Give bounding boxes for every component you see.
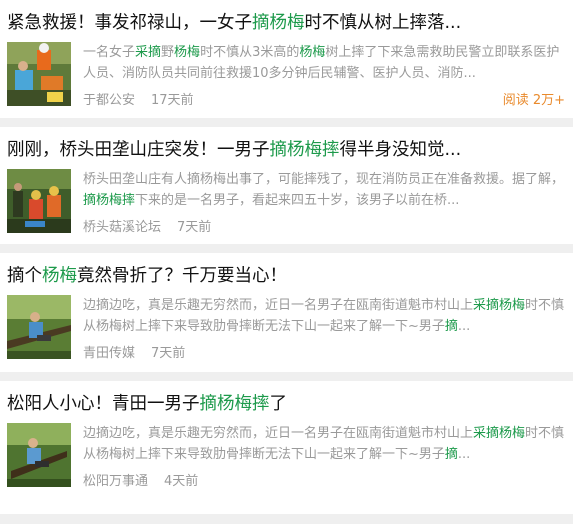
news-summary: 边摘边吃，真是乐趣无穷然而，近日一名男子在瓯南街道魁市村山上采摘杨梅时不慎从杨梅… (83, 298, 565, 334)
news-source[interactable]: 松阳万事通 (83, 473, 148, 491)
tree-climbing-photo-icon (7, 295, 71, 359)
news-title[interactable]: 摘个杨梅竟然骨折了？千万要当心！ (7, 253, 565, 289)
news-summary: 桥头田垄山庄有人摘杨梅出事了，可能摔残了，现在消防员正在准备救援。据了解，摘杨梅… (83, 172, 565, 208)
news-thumbnail[interactable] (7, 169, 71, 233)
news-feed: 紧急救援！事发祁禄山，一女子摘杨梅时不慎从树上摔落... 一名女子采摘野杨梅时不… (0, 0, 573, 524)
tree-climbing-photo-icon (7, 423, 71, 487)
news-card[interactable]: 松阳人小心！青田一男子摘杨梅摔了 边摘边吃，真是乐趣无穷然而，近日一名男子在瓯南… (0, 381, 573, 514)
news-title[interactable]: 紧急救援！事发祁禄山，一女子摘杨梅时不慎从树上摔落... (7, 0, 565, 36)
news-card[interactable]: 刚刚，桥头田垄山庄突发！一男子摘杨梅摔得半身没知觉... 桥头田垄山庄有人摘杨梅… (0, 127, 573, 244)
news-time: 17天前 (151, 93, 194, 108)
news-thumbnail[interactable] (7, 295, 71, 359)
news-source[interactable]: 青田传媒 (83, 345, 135, 363)
news-time: 7天前 (177, 220, 212, 235)
news-card[interactable]: 紧急救援！事发祁禄山，一女子摘杨梅时不慎从树上摔落... 一名女子采摘野杨梅时不… (0, 0, 573, 118)
news-source[interactable]: 于都公安 (83, 92, 135, 110)
news-source[interactable]: 桥头菇溪论坛 (83, 219, 161, 237)
news-summary: 边摘边吃，真是乐趣无穷然而，近日一名男子在瓯南街道魁市村山上采摘杨梅时不慎从杨梅… (83, 426, 565, 462)
news-title[interactable]: 松阳人小心！青田一男子摘杨梅摔了 (7, 381, 565, 417)
news-time: 4天前 (164, 474, 199, 489)
read-count-badge: 阅读 2万+ (502, 93, 565, 108)
news-title[interactable]: 刚刚，桥头田垄山庄突发！一男子摘杨梅摔得半身没知觉... (7, 127, 565, 163)
news-thumbnail[interactable] (7, 42, 71, 106)
news-thumbnail[interactable] (7, 423, 71, 487)
news-summary: 一名女子采摘野杨梅时不慎从3米高的杨梅树上摔了下来急需救助民警立即联系医护人员、… (83, 45, 560, 81)
news-time: 7天前 (151, 346, 186, 361)
forest-rescue-photo-icon (7, 169, 71, 233)
news-card[interactable]: 摘个杨梅竟然骨折了？千万要当心！ 边摘边吃，真是乐趣无穷然而，近日一名男子在瓯南… (0, 253, 573, 372)
rescue-photo-icon (7, 42, 71, 106)
